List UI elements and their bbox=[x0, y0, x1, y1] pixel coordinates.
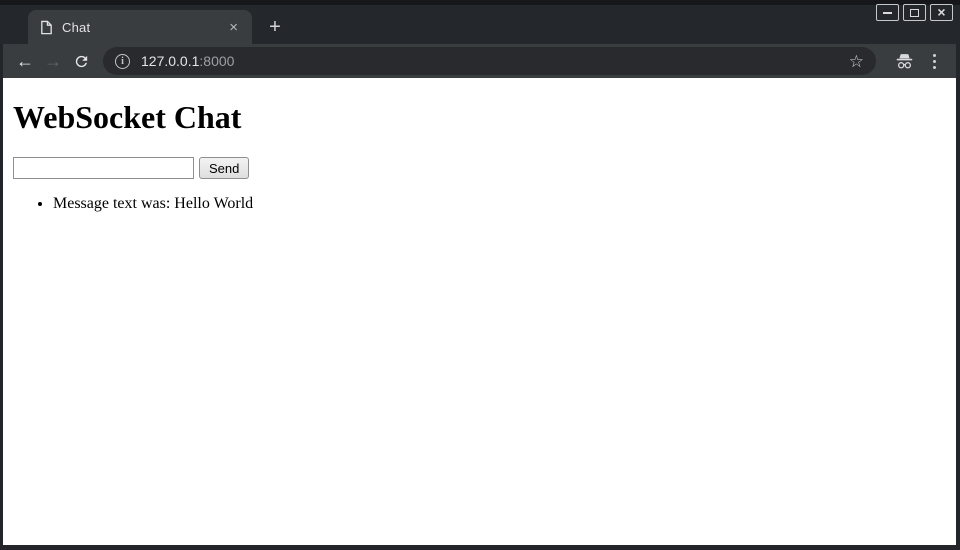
url-text: 127.0.0.1:8000 bbox=[141, 53, 234, 69]
site-info-icon[interactable]: i bbox=[115, 54, 130, 69]
window-top-edge bbox=[0, 0, 960, 5]
close-icon: × bbox=[937, 5, 945, 19]
window-controls: × bbox=[876, 4, 953, 21]
forward-icon: → bbox=[39, 47, 67, 75]
send-button[interactable]: Send bbox=[199, 157, 249, 179]
url-host: 127.0.0.1 bbox=[141, 53, 199, 69]
page-title: WebSocket Chat bbox=[13, 99, 946, 136]
minimize-icon bbox=[883, 12, 892, 14]
reload-icon[interactable] bbox=[67, 47, 95, 75]
titlebar: × Chat × + bbox=[0, 0, 960, 44]
page-content: WebSocket Chat Send Message text was: He… bbox=[3, 78, 956, 545]
tab-title: Chat bbox=[62, 20, 225, 35]
browser-tab-chat[interactable]: Chat × bbox=[28, 10, 252, 44]
browser-window: × Chat × + ← → i 127.0.0.1:8000 ☆ bbox=[0, 0, 960, 550]
close-window-button[interactable]: × bbox=[930, 4, 953, 21]
minimize-button[interactable] bbox=[876, 4, 899, 21]
url-port: :8000 bbox=[199, 53, 234, 69]
browser-menu-icon[interactable] bbox=[925, 48, 948, 75]
address-bar[interactable]: i 127.0.0.1:8000 ☆ bbox=[103, 47, 876, 75]
new-tab-button[interactable]: + bbox=[262, 14, 288, 40]
chat-form: Send bbox=[13, 157, 946, 179]
page-favicon-icon bbox=[40, 20, 53, 35]
tab-close-icon[interactable]: × bbox=[225, 18, 242, 37]
message-input[interactable] bbox=[13, 157, 194, 179]
list-item-message: Message text was: Hello World bbox=[53, 195, 946, 214]
back-icon[interactable]: ← bbox=[11, 47, 39, 75]
browser-toolbar: ← → i 127.0.0.1:8000 ☆ bbox=[3, 44, 956, 78]
incognito-icon bbox=[894, 52, 915, 70]
maximize-button[interactable] bbox=[903, 4, 926, 21]
maximize-icon bbox=[910, 9, 919, 17]
bookmark-star-icon[interactable]: ☆ bbox=[847, 53, 866, 70]
message-list: Message text was: Hello World bbox=[13, 195, 946, 214]
